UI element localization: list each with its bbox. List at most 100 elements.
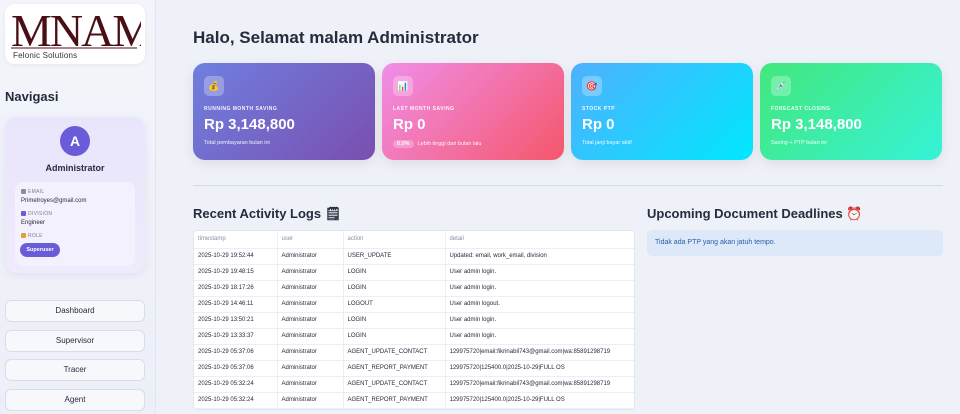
profile-division: Engineer	[21, 220, 46, 226]
card-label: FORECAST CLOSING	[771, 106, 831, 112]
table-row: 2025-10-29 05:32:24 Administrator AGENT_RE…	[194, 392, 634, 409]
table-cell: 2025-10-29 19:52:44	[194, 248, 278, 265]
table-row: 2025-10-29 05:37:06 Administrator AGENT_UP…	[194, 344, 634, 361]
card-last-month-saving: 📊 LAST MONTH SAVING Rp 0 0.0% Lebih tingg…	[382, 63, 564, 160]
table-row: 2025-10-29 05:37:06 Administrator AGENT_RE…	[194, 360, 634, 377]
card-sub: Total janji bayar aktif	[582, 140, 632, 146]
division-icon	[21, 211, 26, 217]
column-header[interactable]: user	[277, 231, 344, 249]
table-cell: 129975720|email:fikrinabil743@gmail.com|…	[445, 376, 634, 393]
bar-chart-icon: 📊	[393, 76, 413, 96]
table-cell: 129975720|125400.0|2025-10-29|FULL OS	[445, 360, 634, 377]
table-row: 2025-10-29 19:48:15 Administrator LOGIN Use…	[194, 264, 634, 281]
table-cell: Administrator	[277, 328, 344, 345]
card-label: LAST MONTH SAVING	[393, 106, 455, 112]
nav-agent-button[interactable]: Agent	[5, 389, 145, 411]
card-value: Rp 0	[393, 116, 426, 133]
table-cell: LOGOUT	[343, 296, 446, 313]
table-cell: Administrator	[277, 376, 344, 393]
card-sub: Total pembayaran bulan ini	[204, 140, 270, 146]
card-running-month-saving: 💰 RUNNING MONTH SAVING Rp 3,148,800 Tota…	[193, 63, 375, 160]
change-badge: 0.0%	[393, 140, 414, 148]
money-bag-icon: 💰	[204, 76, 224, 96]
table-cell: AGENT_REPORT_PAYMENT	[343, 360, 446, 377]
nav-supervisor-button[interactable]: Supervisor	[5, 330, 145, 352]
table-cell: 2025-10-29 13:33:37	[194, 328, 278, 345]
table-cell: User admin login.	[445, 280, 634, 297]
table-cell: AGENT_REPORT_PAYMENT	[343, 392, 446, 409]
column-header[interactable]: action	[343, 231, 446, 249]
table-cell: AGENT_UPDATE_CONTACT	[343, 376, 446, 393]
table-cell: 129975720|email:fikrinabil743@gmail.com|…	[445, 344, 634, 361]
table-cell: AGENT_UPDATE_CONTACT	[343, 344, 446, 361]
avatar: A	[60, 126, 90, 156]
division-label: DIVISION	[21, 211, 52, 217]
role-icon	[21, 233, 26, 239]
table-cell: Administrator	[277, 248, 344, 265]
target-icon: 🎯	[582, 76, 602, 96]
card-value: Rp 3,148,800	[771, 116, 862, 133]
table-cell: User admin login.	[445, 312, 634, 329]
profile-card: A Administrator EMAIL Primetroyes@gmail.…	[5, 117, 145, 273]
table-row: 2025-10-29 13:50:21 Administrator LOGIN Use…	[194, 312, 634, 329]
svg-text:MNAMA: MNAMA	[11, 5, 141, 52]
table-cell: 2025-10-29 13:50:21	[194, 312, 278, 329]
table-cell: USER_UPDATE	[343, 248, 446, 265]
nav-dashboard-button[interactable]: Dashboard	[5, 300, 145, 322]
email-label: EMAIL	[21, 189, 45, 195]
card-sub: 0.0% Lebih tinggi dari bulan lalu	[393, 140, 481, 148]
table-cell: Updated: email, work_email, division	[445, 248, 634, 265]
alarm-clock-icon: ⏰	[846, 206, 863, 221]
card-forecast-closing: 💉 FORECAST CLOSING Rp 3,148,800 Saving +…	[760, 63, 942, 160]
column-header[interactable]: timestamp	[194, 231, 278, 249]
card-label: RUNNING MONTH SAVING	[204, 106, 278, 112]
table-cell: LOGIN	[343, 312, 446, 329]
page-greeting: Halo, Selamat malam Administrator	[193, 28, 479, 47]
sidebar: MNAMA Felonic Solutions Navigasi A Admin…	[0, 0, 156, 414]
nav-title: Navigasi	[5, 89, 59, 104]
table-cell: Administrator	[277, 280, 344, 297]
activity-logs-title: Recent Activity Logs 🗒	[193, 206, 342, 221]
table-cell: User admin login.	[445, 328, 634, 345]
table-cell: 2025-10-29 05:37:06	[194, 360, 278, 377]
table-cell: LOGIN	[343, 328, 446, 345]
table-cell: Administrator	[277, 392, 344, 409]
profile-name: Administrator	[45, 163, 105, 173]
nav-tracer-button[interactable]: Tracer	[5, 359, 145, 381]
section-divider	[193, 185, 943, 186]
table-row: 2025-10-29 05:32:24 Administrator AGENT_UP…	[194, 376, 634, 393]
logo-mark: MNAMA	[11, 5, 141, 52]
deadlines-title: Upcoming Document Deadlines ⏰	[647, 206, 863, 221]
role-badge: Superuser	[20, 243, 60, 257]
table-body: 2025-10-29 19:52:44 Administrator USER_UPD…	[194, 248, 634, 409]
table-row: 2025-10-29 13:33:37 Administrator LOGIN Use…	[194, 328, 634, 345]
card-sub-text: Lebih tinggi dari bulan lalu	[417, 141, 482, 147]
email-icon	[21, 189, 26, 195]
profile-details: EMAIL Primetroyes@gmail.com DIVISION Eng…	[15, 182, 135, 266]
table-cell: Administrator	[277, 264, 344, 281]
card-label: STOCK PTP	[582, 106, 616, 112]
table-cell: LOGIN	[343, 264, 446, 281]
brand-subtitle: Felonic Solutions	[13, 51, 78, 60]
column-header[interactable]: detail	[445, 231, 634, 249]
table-row: 2025-10-29 18:17:26 Administrator LOGIN Use…	[194, 280, 634, 297]
table-cell: 2025-10-29 05:32:24	[194, 392, 278, 409]
table-cell: 2025-10-29 19:48:15	[194, 264, 278, 281]
brand-logo: MNAMA Felonic Solutions	[5, 4, 145, 64]
deadlines-empty-message: Tidak ada PTP yang akan jatuh tempo.	[647, 230, 943, 256]
table-header-row: timestamp user action detail	[194, 231, 634, 249]
activity-table[interactable]: timestamp user action detail 2025-10-29 …	[193, 230, 635, 410]
profile-email: Primetroyes@gmail.com	[21, 198, 87, 204]
table-cell: User admin login.	[445, 264, 634, 281]
card-value: Rp 3,148,800	[204, 116, 295, 133]
syringe-icon: 💉	[771, 76, 791, 96]
card-stock-ptp: 🎯 STOCK PTP Rp 0 Total janji bayar aktif	[571, 63, 753, 160]
table-cell: 2025-10-29 05:37:06	[194, 344, 278, 361]
table-row: 2025-10-29 14:46:11 Administrator LOGOUT Us…	[194, 296, 634, 313]
table-cell: 2025-10-29 05:32:24	[194, 376, 278, 393]
table-cell: Administrator	[277, 344, 344, 361]
table-cell: 2025-10-29 14:46:11	[194, 296, 278, 313]
table-cell: User admin logout.	[445, 296, 634, 313]
notepad-icon: 🗒	[324, 206, 342, 221]
card-value: Rp 0	[582, 116, 615, 133]
